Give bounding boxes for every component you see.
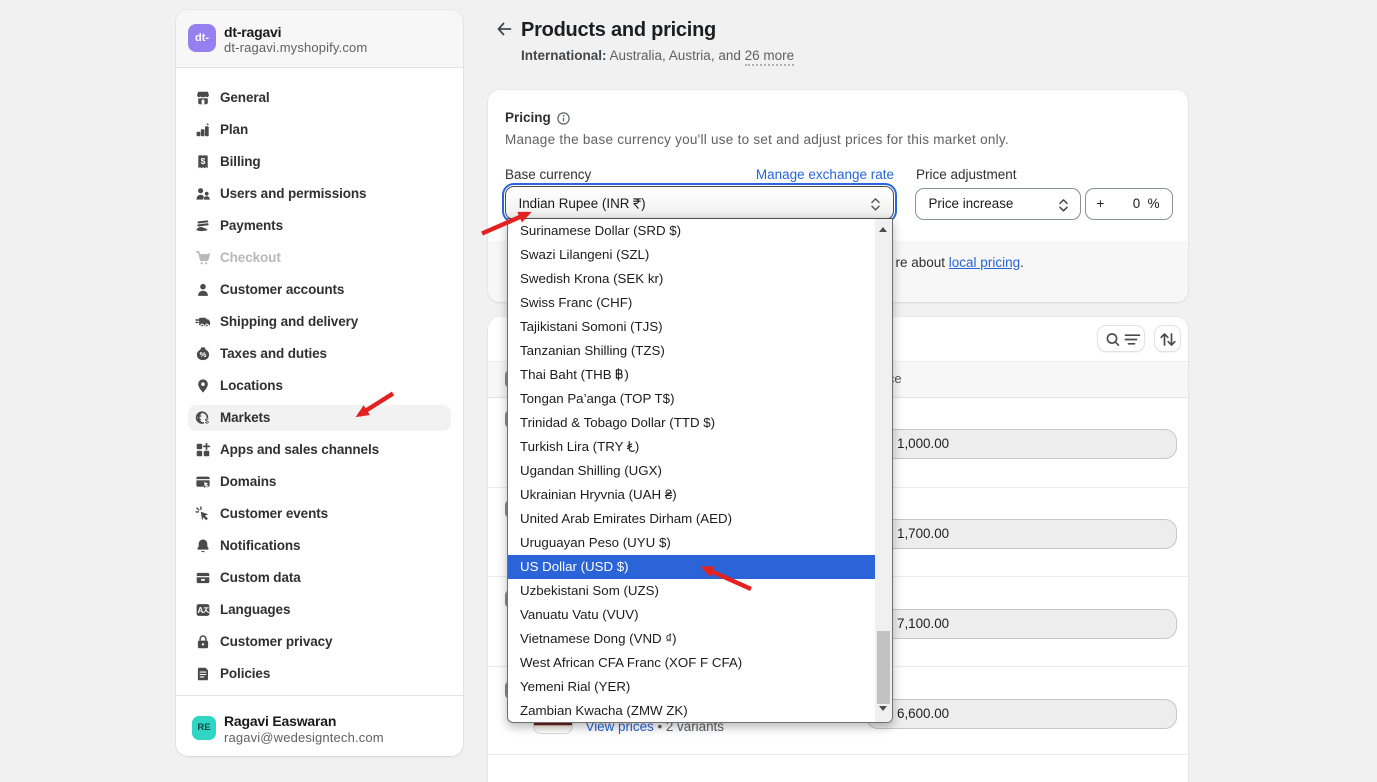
svg-text:%: % bbox=[200, 350, 207, 359]
svg-text:$: $ bbox=[201, 156, 206, 166]
svg-text:A: A bbox=[197, 606, 203, 615]
svg-text:$: $ bbox=[205, 417, 209, 426]
